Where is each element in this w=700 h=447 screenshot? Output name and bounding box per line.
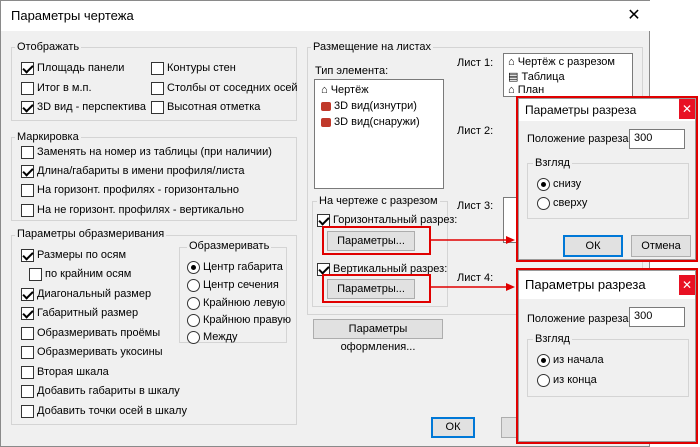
ok-button[interactable]: ОК <box>563 235 623 257</box>
radio-from-end[interactable] <box>537 374 550 387</box>
cancel-button[interactable]: Отмена <box>631 235 691 257</box>
radio-label: снизу <box>553 178 582 190</box>
radio-from-below[interactable] <box>537 178 550 191</box>
position-label: Положение разреза: <box>527 313 632 325</box>
radio-label: из конца <box>553 374 597 386</box>
radio-from-start[interactable] <box>537 354 550 367</box>
dialog-title: Параметры разреза <box>525 103 637 117</box>
position-label: Положение разреза: <box>527 133 632 145</box>
radio-label: сверху <box>553 197 588 209</box>
close-icon[interactable]: ✕ <box>679 275 695 295</box>
position-input[interactable]: 300 <box>629 129 685 149</box>
radio-from-above[interactable] <box>537 197 550 210</box>
close-icon[interactable]: ✕ <box>679 99 695 119</box>
view-group <box>527 339 689 397</box>
dialog-title: Параметры разреза <box>525 277 646 292</box>
dialog-title-bar: Параметры разреза ✕ <box>519 271 695 299</box>
view-group-label: Взгляд <box>533 157 572 169</box>
position-input[interactable]: 300 <box>629 307 685 327</box>
dialog-title-bar: Параметры разреза ✕ <box>519 99 695 121</box>
section-dialog-1: Параметры разреза ✕ Положение разреза: 3… <box>518 98 696 260</box>
radio-label: из начала <box>553 354 604 366</box>
view-group <box>527 163 689 219</box>
section-dialog-2: Параметры разреза ✕ Положение разреза: 3… <box>518 270 696 442</box>
view-group-label: Взгляд <box>533 333 572 345</box>
